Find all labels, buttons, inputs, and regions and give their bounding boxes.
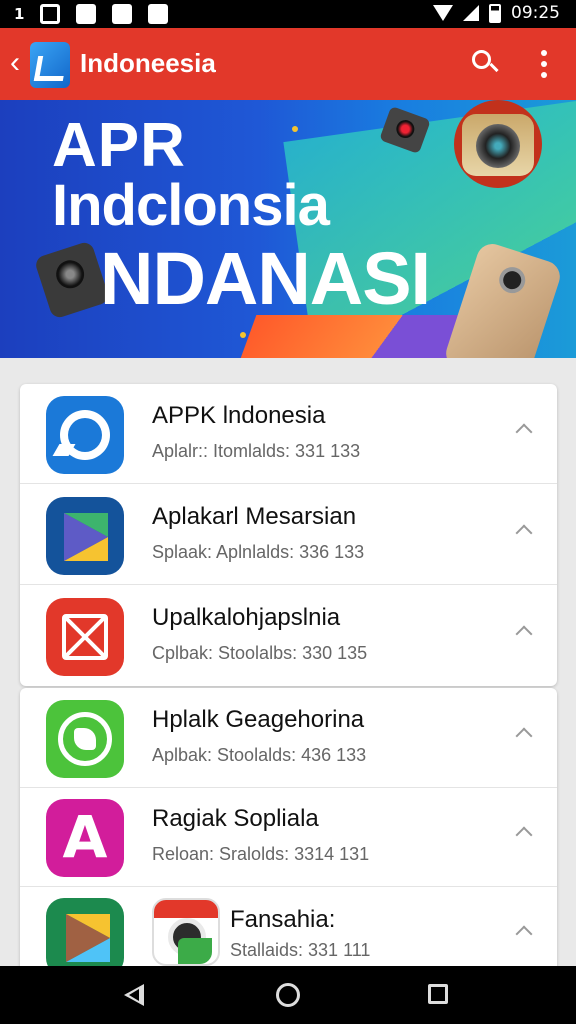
camera-app-icon [454,100,542,188]
signal-icon [463,5,479,21]
search-icon[interactable] [472,50,499,76]
messenger-notification-icon [148,4,169,24]
nav-home-icon[interactable] [276,983,300,1007]
list-item[interactable]: Hplalk Geagehorina Aplbak: Stoolalds: 43… [20,688,557,788]
letter-a-icon: A [46,799,124,877]
app-meta: Aplbak: Stoolalds: 436 133 [152,745,367,765]
app-meta: Aplalr:: Itomlalds: 331 133 [152,441,361,461]
list-item[interactable]: Upalkalohjapslnia Cplbak: Stoolalbs: 330… [20,586,557,686]
list-item[interactable]: A Ragiak Sopliala Reloan: Sralolds: 3314… [20,787,557,887]
app-name: Aplakarl Mesarsian [152,503,357,530]
chat-phone-icon [46,700,124,778]
app-list-card: APPK lndonesia Aplalr:: Itomlalds: 331 1… [20,384,557,686]
status-left-text: 1 [14,5,25,23]
navigation-bar [0,966,576,1024]
app-list-card: Hplalk Geagehorina Aplbak: Stoolalds: 43… [20,688,557,988]
banner-headline-2: Indclonsia [52,173,330,238]
camera-icon [33,240,111,320]
image-notification-icon [76,4,97,24]
app-meta: Reloan: Sralolds: 3314 131 [152,844,370,864]
app-name: Fansahia: [230,906,336,933]
nav-back-icon[interactable] [124,984,144,1006]
envelope-x-icon [46,598,124,676]
wifi-icon [433,5,453,21]
app-meta: Stallaids: 331 111 [230,940,371,960]
back-chevron-icon[interactable]: ‹ [10,48,20,78]
app-name: Hplalk Geagehorina [152,706,365,733]
shield-notification-icon [112,4,133,24]
chevron-up-icon[interactable] [515,625,533,643]
banner-headline-1: APR [52,111,186,180]
app-logo-icon [30,42,70,88]
app-name: APPK lndonesia [152,402,326,429]
chevron-up-icon[interactable] [515,524,533,542]
circle-app-icon [46,396,124,474]
nav-recents-icon[interactable] [428,984,448,1004]
app-list: APPK lndonesia Aplalr:: Itomlalds: 331 1… [20,384,557,988]
sim-card-icon [40,4,61,24]
list-item[interactable]: APPK lndonesia Aplalr:: Itomlalds: 331 1… [20,384,557,484]
app-bar: ‹ Indoneesia [0,28,576,100]
banner-headline-3: NDANASI [100,237,431,320]
status-time: 09:25 [511,3,560,23]
app-title: Indoneesia [80,48,216,78]
list-item[interactable]: Aplakarl Mesarsian Splaak: Aplnlalds: 33… [20,485,557,585]
battery-icon [489,3,501,23]
app-meta: Splaak: Aplnlalds: 336 133 [152,542,365,562]
play-triangle-icon [46,898,124,976]
chevron-up-icon[interactable] [515,925,533,943]
status-bar: 1 09:25 [0,0,576,28]
promo-banner[interactable]: APR Indclonsia NDANASI [0,100,576,358]
app-name: Upalkalohjapslnia [152,604,341,631]
chevron-up-icon[interactable] [515,826,533,844]
camera-app-icon [152,898,220,966]
play-triangle-icon [46,497,124,575]
chevron-up-icon[interactable] [515,423,533,441]
chevron-up-icon[interactable] [515,727,533,745]
app-meta: Cplbak: Stoolalbs: 330 135 [152,643,368,663]
more-options-icon[interactable] [534,50,554,80]
app-name: Ragiak Sopliala [152,805,319,832]
